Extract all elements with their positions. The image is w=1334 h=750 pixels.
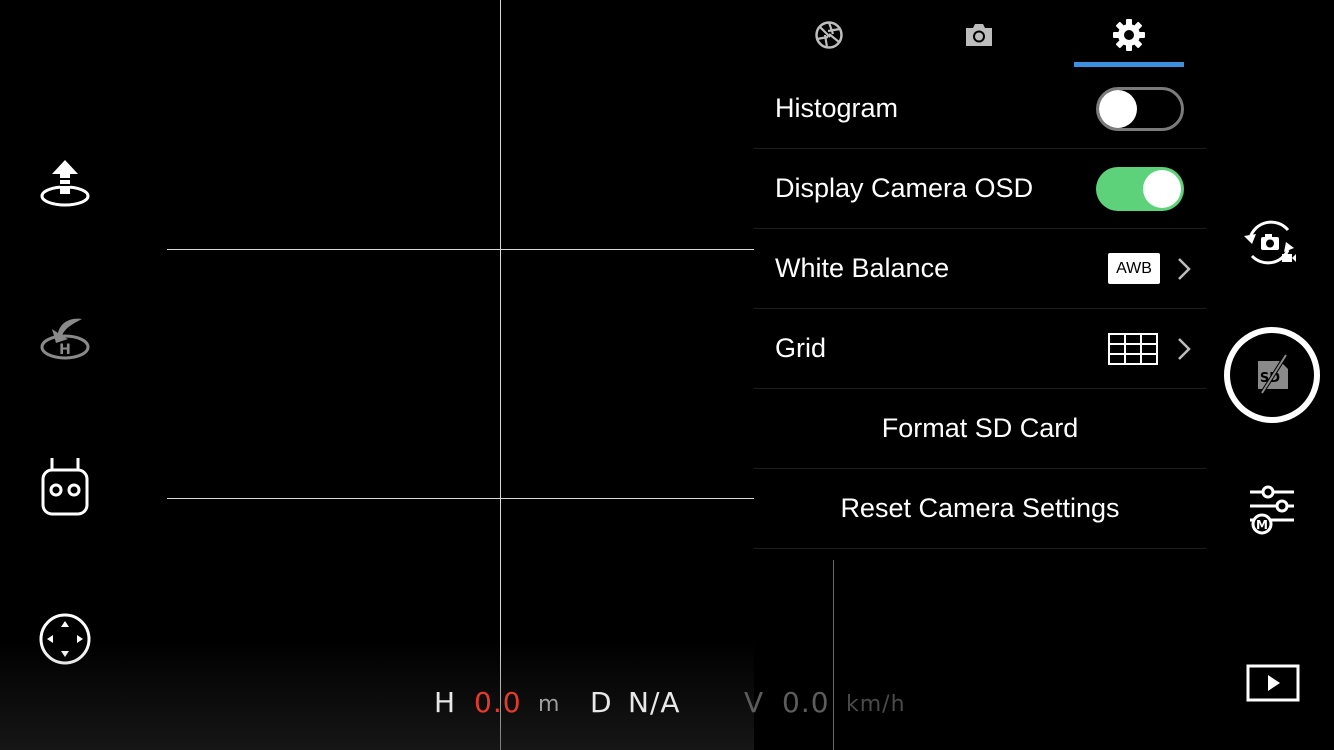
active-tab-indicator [1074,62,1184,67]
reset-settings-button[interactable]: Reset Camera Settings [754,468,1206,548]
grid-line-vertical-1 [500,0,501,750]
height-label: H [434,686,457,719]
format-sd-row[interactable]: Format SD Card [754,388,1206,469]
tab-camera[interactable] [924,10,1034,60]
tab-exposure[interactable] [774,10,884,60]
left-toolbar: H [0,0,130,750]
remote-controller-icon [41,458,89,516]
camera-parameters-button[interactable]: M [1246,484,1298,536]
white-balance-row[interactable]: White Balance AWB [754,228,1206,309]
chevron-right-icon [1178,338,1191,360]
histogram-toggle[interactable] [1096,87,1184,131]
svg-text:M: M [1256,518,1268,532]
velocity-label: V [744,686,765,719]
format-sd-button[interactable]: Format SD Card [754,388,1206,468]
toggle-knob [1143,170,1181,208]
switch-photo-video-button[interactable] [1238,214,1302,272]
grid-line-horizontal-1 [167,249,754,250]
switch-camera-mode-icon [1244,220,1296,265]
white-balance-label: White Balance [775,253,950,283]
camera-osd-label: Display Camera OSD [775,173,1034,203]
playback-button[interactable] [1246,664,1300,704]
tab-settings[interactable] [1074,10,1184,60]
takeoff-icon [40,160,90,207]
histogram-row: Histogram [754,68,1206,149]
height-unit: m [538,692,561,717]
velocity-value: 0.0 [782,686,830,719]
height-value: 0.0 [474,686,522,719]
toggle-knob [1099,90,1137,128]
settings-tabs [754,0,1206,70]
camera-osd-row: Display Camera OSD [754,148,1206,229]
return-home-button[interactable]: H [36,309,94,367]
camera-icon [966,24,992,46]
grid-label: Grid [775,333,827,363]
grid-lines-icon [1108,333,1158,365]
aperture-icon [815,21,843,49]
chevron-right-icon [1178,258,1191,280]
gear-icon [1113,19,1145,51]
right-toolbar: SD M [1204,0,1334,750]
camera-settings-panel: Histogram Display Camera OSD White Balan… [754,0,1206,560]
distance-label: D [590,686,613,719]
camera-view: H M H 0.0 m D N/A V 0.0 km/h Histogram D… [0,0,1334,750]
play-icon [1246,664,1300,702]
svg-text:H: H [59,342,71,358]
grid-row[interactable]: Grid [754,308,1206,389]
shutter-button[interactable]: SD [1222,325,1322,425]
velocity-unit: km/h [846,692,906,717]
reset-settings-row[interactable]: Reset Camera Settings [754,468,1206,549]
camera-osd-toggle[interactable] [1096,167,1184,211]
sliders-manual-icon: M [1250,485,1294,535]
remote-controller-button[interactable] [36,458,94,516]
histogram-label: Histogram [775,93,899,123]
distance-value: N/A [628,686,681,719]
return-home-icon: H [40,318,90,360]
no-sd-card-icon: SD [1224,327,1320,423]
takeoff-button[interactable] [36,156,94,214]
white-balance-value-badge: AWB [1108,253,1160,284]
